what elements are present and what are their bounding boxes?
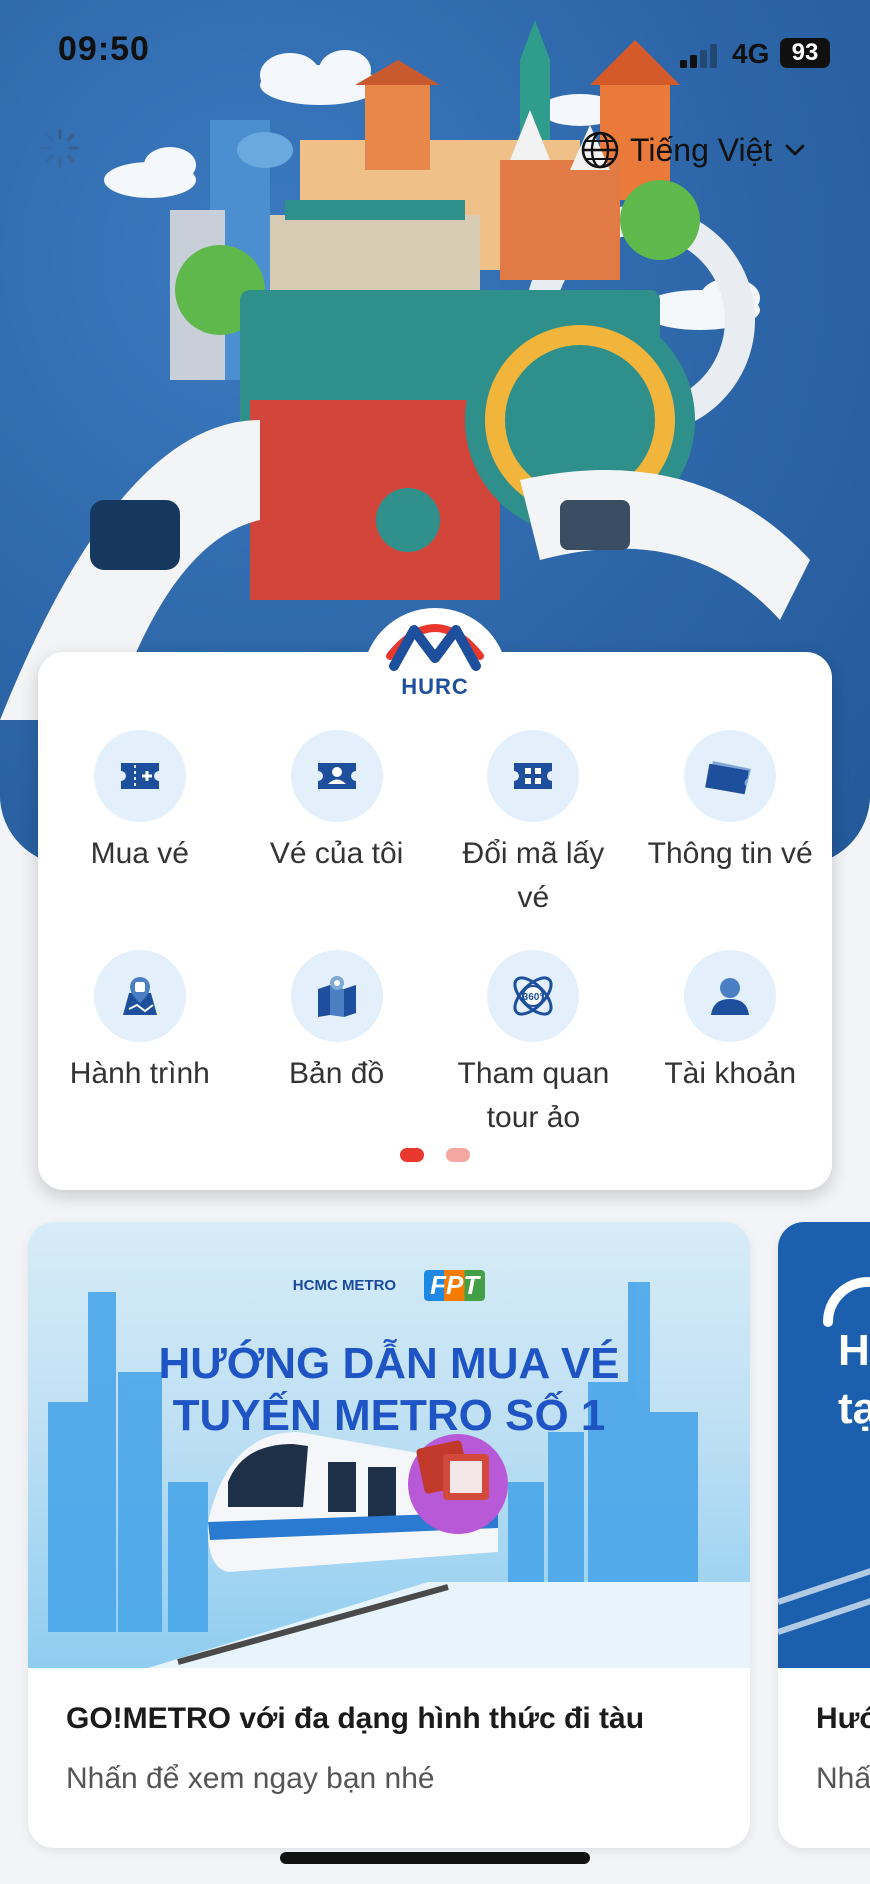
home-screen: 09:50 4G 93 Tiếng Việt HURC Mua vé Vé củ…	[0, 0, 870, 1884]
my-ticket-icon	[290, 730, 383, 822]
menu-grid: Mua vé Vé của tôi Đổi mã lấy vé Thông ti…	[38, 730, 832, 1140]
menu-label: Thông tin vé	[647, 837, 813, 870]
news-banner: H tạ	[778, 1222, 870, 1668]
menu-pager	[38, 1148, 832, 1162]
banner-brands: HCMC METRO FPT	[28, 1270, 750, 1301]
menu-item-account[interactable]: Tài khoản	[635, 950, 825, 1140]
news-title: GO!METRO với đa dạng hình thức đi tàu	[66, 1702, 645, 1735]
banner-title-line-2: tạ	[838, 1384, 870, 1433]
chevron-down-icon	[785, 144, 805, 156]
banner-title: H tạ	[838, 1322, 870, 1438]
metro-logo-icon	[386, 624, 484, 671]
battery-icon: 93	[780, 38, 830, 68]
menu-item-redeem-code[interactable]: Đổi mã lấy vé	[438, 730, 628, 920]
menu-item-buy-ticket[interactable]: Mua vé	[45, 730, 235, 920]
buy-ticket-icon	[93, 730, 186, 822]
news-card[interactable]: HCMC METRO FPT HƯỚNG DẪN MUA VÉ TUYẾN ME…	[28, 1222, 750, 1848]
svg-text:360°: 360°	[523, 992, 544, 1003]
menu-item-map[interactable]: Bản đồ	[242, 950, 432, 1140]
menu-item-virtual-tour[interactable]: 360° Tham quan tour ảo	[438, 950, 628, 1140]
home-indicator[interactable]	[280, 1852, 590, 1864]
news-subtitle: Nhấ	[816, 1762, 870, 1795]
map-icon	[290, 950, 383, 1042]
menu-item-ticket-info[interactable]: Thông tin vé	[635, 730, 825, 920]
quick-menu-card: Mua vé Vé của tôi Đổi mã lấy vé Thông ti…	[38, 652, 832, 1190]
menu-item-journey[interactable]: Hành trình	[45, 950, 235, 1140]
fpt-logo: FPT	[424, 1270, 486, 1301]
news-banner: HCMC METRO FPT HƯỚNG DẪN MUA VÉ TUYẾN ME…	[28, 1222, 750, 1668]
pager-dot-1[interactable]	[400, 1148, 424, 1162]
status-bar: 09:50 4G 93	[0, 0, 870, 110]
account-icon	[684, 950, 777, 1042]
loading-spinner-icon	[40, 128, 80, 168]
menu-label: Vé của tôi	[269, 837, 404, 870]
menu-item-my-tickets[interactable]: Vé của tôi	[242, 730, 432, 920]
banner-title-line-1: HƯỚNG DẪN MUA VÉ	[158, 1339, 620, 1388]
menu-label: Hành trình	[69, 1057, 210, 1090]
language-label: Tiếng Việt	[630, 131, 773, 168]
banner-title-line-1: H	[838, 1326, 870, 1375]
network-type: 4G	[732, 38, 770, 69]
news-card[interactable]: H tạ Hướ Nhấ	[778, 1222, 870, 1848]
news-subtitle: Nhấn để xem ngay bạn nhé	[66, 1762, 435, 1795]
banner-illustration	[778, 1277, 870, 1635]
news-title: Hướ	[816, 1702, 870, 1735]
menu-label: Mua vé	[90, 837, 189, 870]
hurc-logo: HURC	[362, 608, 508, 718]
globe-icon	[581, 131, 619, 169]
ticket-info-icon	[684, 730, 777, 822]
redeem-code-icon	[487, 730, 580, 822]
journey-icon	[93, 950, 186, 1042]
logo-text: HURC	[401, 674, 469, 699]
pager-dot-2[interactable]	[446, 1148, 470, 1162]
banner-title: HƯỚNG DẪN MUA VÉ TUYẾN METRO SỐ 1	[28, 1338, 750, 1442]
virtual-tour-360-icon: 360°	[487, 950, 580, 1042]
hcmc-metro-logo: HCMC METRO	[292, 1277, 397, 1294]
cellular-signal-icon	[680, 44, 717, 68]
menu-label: Đổi mã lấy vé	[462, 837, 605, 914]
language-selector[interactable]: Tiếng Việt	[580, 128, 808, 172]
status-time: 09:50	[58, 30, 150, 68]
menu-label: Tài khoản	[664, 1057, 797, 1090]
menu-label: Tham quan tour ảo	[457, 1057, 610, 1134]
banner-title-line-2: TUYẾN METRO SỐ 1	[172, 1391, 606, 1440]
menu-label: Bản đồ	[289, 1057, 385, 1090]
